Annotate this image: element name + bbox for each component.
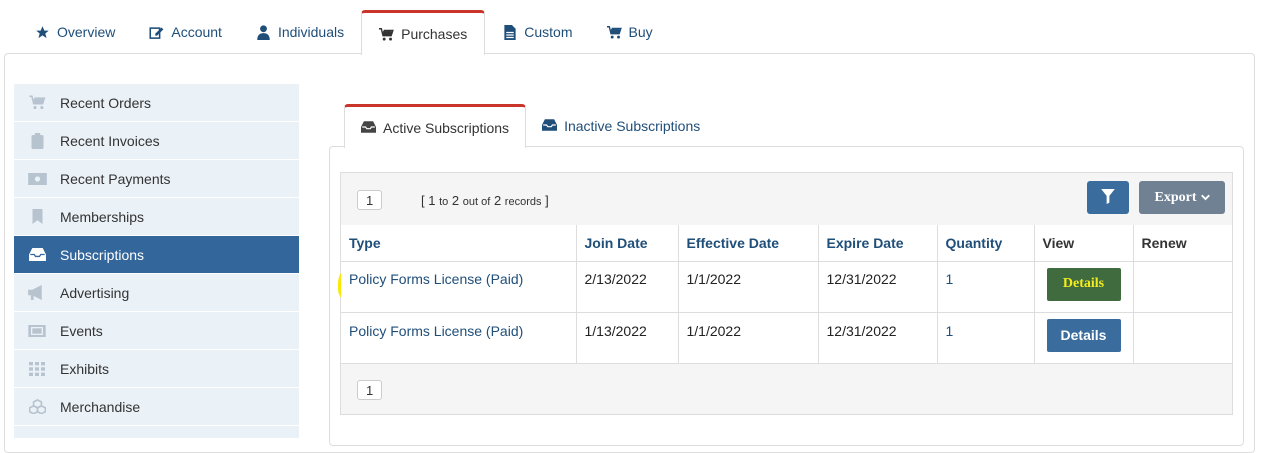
cell-expire-date: 12/31/2022: [818, 261, 938, 313]
filter-icon: [1101, 188, 1115, 207]
cell-effective-date: 1/1/2022: [678, 261, 819, 313]
subscriptions-table: Type Join Date Effective Date Expire Dat…: [341, 225, 1232, 364]
chevron-down-icon: [1200, 190, 1210, 206]
column-header-renew: Renew: [1133, 225, 1232, 262]
megaphone-icon: [14, 285, 60, 300]
cart-icon: [14, 95, 60, 110]
user-icon: [256, 24, 271, 40]
sidebar-item-merchandise[interactable]: Merchandise: [14, 388, 299, 425]
cell-join-date: 1/13/2022: [576, 312, 679, 364]
clipboard-icon: [14, 132, 60, 149]
cell-effective-date: 1/1/2022: [678, 312, 819, 364]
file-icon: [502, 24, 517, 40]
cell-type[interactable]: Policy Forms License (Paid): [341, 312, 577, 364]
record-total: 2: [493, 193, 502, 208]
top-tab-bar: Overview Account Individuals Purchases C…: [18, 10, 670, 55]
sidebar-item-memberships[interactable]: Memberships: [14, 198, 299, 235]
inbox-icon: [361, 120, 376, 136]
tab-label: Buy: [628, 24, 653, 40]
inbox-icon: [14, 248, 60, 261]
tab-label: Custom: [524, 24, 573, 40]
record-count: [ 1 to 2 out of 2 records ]: [421, 193, 549, 208]
record-end: 2: [451, 193, 460, 208]
sidebar-item-label: Advertising: [60, 284, 130, 301]
tab-label: Purchases: [401, 26, 468, 42]
inbox-icon: [542, 118, 558, 134]
pagination-bottom[interactable]: 1: [357, 380, 383, 400]
record-bracket-open: [: [421, 193, 425, 208]
tab-inactive-subscriptions[interactable]: Inactive Subscriptions: [526, 104, 716, 147]
pagination-top[interactable]: 1: [357, 190, 383, 210]
money-icon: [14, 172, 60, 185]
tab-label: Overview: [57, 24, 116, 40]
tab-active-subscriptions[interactable]: Active Subscriptions: [344, 104, 527, 148]
details-button[interactable]: Details: [1046, 318, 1121, 352]
sidebar-item-recent-invoices[interactable]: Recent Invoices: [14, 122, 299, 159]
cell-quantity: 1: [937, 261, 1035, 313]
cell-expire-date: 12/31/2022: [818, 312, 938, 364]
sidebar-item-exhibits[interactable]: Exhibits: [14, 350, 299, 387]
tab-label: Individuals: [277, 24, 345, 40]
sidebar-item-recent-orders[interactable]: Recent Orders: [14, 84, 299, 121]
sidebar-item-label: Memberships: [60, 208, 145, 225]
sidebar-item-cutoff: [14, 426, 299, 438]
sidebar-item-label: Recent Invoices: [60, 132, 160, 149]
cubes-icon: [14, 399, 60, 414]
export-label: Export: [1154, 189, 1197, 205]
record-start: 1: [428, 193, 436, 208]
column-header-quantity[interactable]: Quantity: [937, 225, 1035, 262]
star-icon: [35, 25, 50, 40]
tab-overview[interactable]: Overview: [18, 10, 132, 54]
tab-account[interactable]: Account: [132, 10, 239, 54]
tab-label: Active Subscriptions: [383, 119, 510, 136]
sidebar-item-label: Recent Payments: [60, 170, 171, 187]
sidebar-item-recent-payments[interactable]: Recent Payments: [14, 160, 299, 197]
cell-quantity: 1: [937, 312, 1035, 364]
record-out-of: out of: [462, 196, 491, 208]
sidebar-item-subscriptions[interactable]: Subscriptions: [14, 236, 299, 273]
column-header-view: View: [1034, 225, 1134, 262]
tab-individuals[interactable]: Individuals: [239, 10, 361, 54]
column-header-expire-date[interactable]: Expire Date: [818, 225, 938, 262]
cell-type[interactable]: Policy Forms License (Paid): [341, 261, 577, 313]
sidebar-item-label: Recent Orders: [60, 94, 152, 111]
tab-label: Account: [171, 24, 222, 40]
edit-icon: [149, 25, 164, 40]
table-header-row: Type Join Date Effective Date Expire Dat…: [341, 225, 1232, 262]
sidebar-item-label: Subscriptions: [60, 246, 145, 263]
tab-custom[interactable]: Custom: [485, 10, 589, 54]
bookmark-icon: [14, 209, 60, 224]
tab-label: Inactive Subscriptions: [564, 117, 701, 134]
cart-icon: [379, 27, 394, 42]
subscription-tab-bar: Active Subscriptions Inactive Subscripti…: [344, 104, 716, 148]
details-button[interactable]: Details: [1046, 267, 1121, 301]
tab-purchases[interactable]: Purchases: [361, 10, 486, 55]
cart-icon: [606, 25, 622, 40]
sidebar-item-events[interactable]: Events: [14, 312, 299, 349]
column-header-effective-date[interactable]: Effective Date: [678, 225, 819, 262]
ticket-icon: [14, 324, 60, 337]
column-header-type[interactable]: Type: [341, 225, 577, 262]
table-row: Policy Forms License (Paid) 1/13/2022 1/…: [341, 312, 1232, 364]
cell-renew: [1133, 312, 1232, 364]
sidebar: Recent Orders Recent Invoices Recent Pay…: [14, 84, 299, 438]
sidebar-item-advertising[interactable]: Advertising: [14, 274, 299, 311]
cell-join-date: 2/13/2022: [576, 261, 679, 313]
cell-renew: [1133, 261, 1232, 313]
grid-icon: [14, 361, 60, 376]
record-bracket-close: ]: [545, 193, 549, 208]
cell-view: Details: [1034, 312, 1134, 364]
sidebar-item-label: Exhibits: [60, 360, 110, 377]
tab-buy[interactable]: Buy: [590, 10, 670, 54]
record-to: to: [439, 196, 449, 208]
cell-view: Details: [1034, 261, 1134, 313]
record-label: records: [504, 196, 542, 208]
table-row: Policy Forms License (Paid) 2/13/2022 1/…: [341, 261, 1232, 313]
filter-button[interactable]: [1087, 181, 1129, 214]
export-button[interactable]: Export: [1139, 181, 1225, 214]
sidebar-item-label: Merchandise: [60, 398, 141, 415]
column-header-join-date[interactable]: Join Date: [576, 225, 679, 262]
sidebar-item-label: Events: [60, 322, 103, 339]
